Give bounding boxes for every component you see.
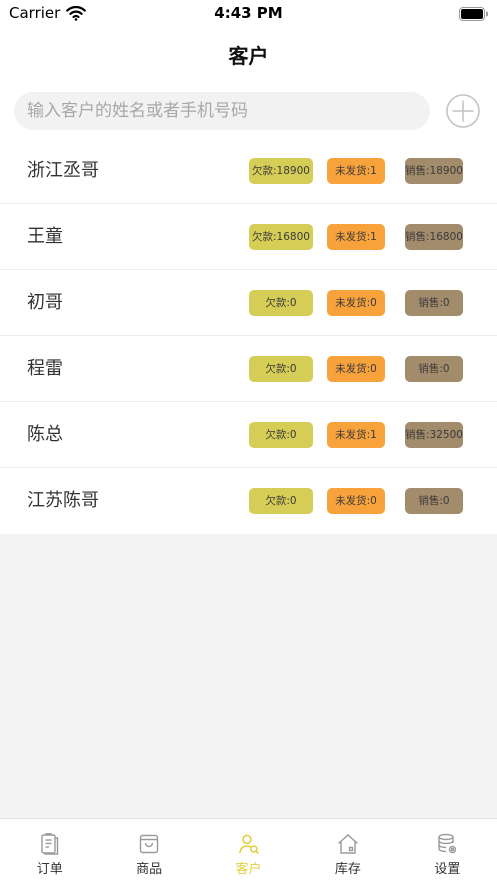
debt-badge: 欠款:18900: [249, 158, 313, 184]
tab-label: 设置: [434, 862, 461, 877]
customer-row[interactable]: 浙江丞哥 欠款:18900 未发货:1 销售:18900: [0, 138, 497, 204]
product-icon: [139, 834, 159, 854]
tab-orders[interactable]: 订单: [0, 819, 99, 883]
sales-badge: 销售:0: [405, 290, 463, 316]
unshipped-badge: 未发货:1: [327, 422, 385, 448]
order-icon: [41, 833, 58, 855]
nav-bar: 客户: [0, 28, 497, 84]
customer-row[interactable]: 程雷 欠款:0 未发货:0 销售:0: [0, 336, 497, 402]
status-bar: Carrier 4:43 PM: [0, 0, 497, 28]
search-input[interactable]: [14, 92, 430, 130]
customer-icon: [238, 834, 259, 855]
customer-row[interactable]: 陈总 欠款:0 未发货:1 销售:32500: [0, 402, 497, 468]
unshipped-badge: 未发货:1: [327, 158, 385, 184]
battery-icon: [459, 7, 488, 21]
plus-circle-icon: [446, 94, 480, 128]
debt-badge: 欠款:16800: [249, 224, 313, 250]
search-row: [0, 84, 497, 138]
tab-bar: 订单 商品 客户 库存 设置: [0, 818, 497, 883]
sales-badge: 销售:0: [405, 488, 463, 514]
tab-customers[interactable]: 客户: [199, 819, 298, 883]
customer-row[interactable]: 江苏陈哥 欠款:0 未发货:0 销售:0: [0, 468, 497, 534]
customer-name: 王童: [27, 226, 63, 247]
tab-label: 订单: [36, 862, 63, 877]
tab-label: 商品: [136, 862, 163, 877]
debt-badge: 欠款:0: [249, 422, 313, 448]
unshipped-badge: 未发货:0: [327, 356, 385, 382]
customer-name: 陈总: [27, 424, 63, 445]
sales-badge: 销售:0: [405, 356, 463, 382]
search-box[interactable]: [14, 92, 430, 130]
customer-row[interactable]: 初哥 欠款:0 未发货:0 销售:0: [0, 270, 497, 336]
debt-badge: 欠款:0: [249, 488, 313, 514]
add-customer-button[interactable]: [446, 94, 480, 128]
customer-list: 浙江丞哥 欠款:18900 未发货:1 销售:18900 王童 欠款:16800…: [0, 138, 497, 534]
tab-label: 库存: [334, 862, 361, 877]
customer-name: 初哥: [27, 292, 63, 313]
unshipped-badge: 未发货:0: [327, 488, 385, 514]
settings-icon: [438, 833, 457, 854]
tab-settings[interactable]: 设置: [398, 819, 497, 883]
unshipped-badge: 未发货:1: [327, 224, 385, 250]
page-title: 客户: [228, 44, 269, 68]
sales-badge: 销售:16800: [405, 224, 463, 250]
inventory-icon: [337, 834, 358, 854]
debt-badge: 欠款:0: [249, 356, 313, 382]
customer-name: 浙江丞哥: [27, 160, 99, 181]
customer-name: 程雷: [27, 358, 63, 379]
tab-products[interactable]: 商品: [99, 819, 198, 883]
customer-name: 江苏陈哥: [27, 490, 99, 511]
sales-badge: 销售:18900: [405, 158, 463, 184]
unshipped-badge: 未发货:0: [327, 290, 385, 316]
tab-inventory[interactable]: 库存: [298, 819, 397, 883]
customer-row[interactable]: 王童 欠款:16800 未发货:1 销售:16800: [0, 204, 497, 270]
tab-label: 客户: [235, 862, 262, 877]
debt-badge: 欠款:0: [249, 290, 313, 316]
sales-badge: 销售:32500: [405, 422, 463, 448]
clock-time: 4:43 PM: [214, 4, 283, 22]
